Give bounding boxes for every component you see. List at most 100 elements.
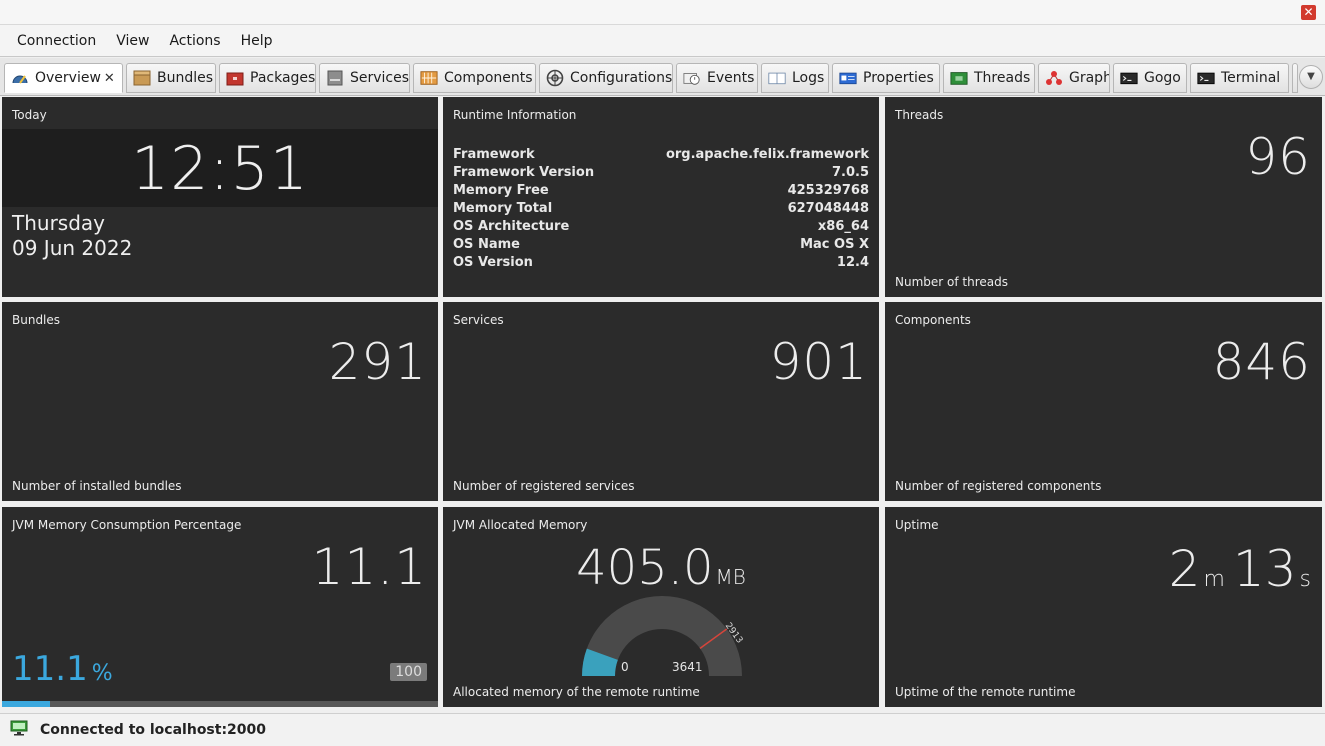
tab-label: Threads [974, 70, 1031, 86]
uptime-seconds-unit: s [1299, 567, 1311, 592]
runtime-info-row: Memory Free 425329768 [453, 182, 869, 200]
allocated-unit: MB [715, 565, 746, 589]
tab-label: Packages [250, 70, 316, 86]
tile-title: Bundles [12, 313, 61, 327]
runtime-value: x86_64 [817, 219, 869, 234]
tab-label: Properties [863, 70, 934, 86]
menu-actions[interactable]: Actions [159, 33, 230, 49]
tab-label: Gogo [1144, 70, 1181, 86]
tab-terminal[interactable]: Terminal [1190, 63, 1289, 93]
gauge-min-label: 0 [621, 660, 629, 674]
allocated-memory-gauge: 2913 0 3641 [582, 596, 744, 676]
monitor-connected-icon [10, 720, 28, 740]
log-book-icon [768, 70, 786, 86]
runtime-key: OS Version [453, 255, 533, 270]
tab-packages[interactable]: Packages [219, 63, 316, 93]
tab-label: Overview [35, 70, 101, 86]
percentage-unit: % [91, 661, 113, 686]
tile-today: Today 12:51 Thursday 09 Jun 2022 [2, 97, 438, 297]
overview-dashboard: Today 12:51 Thursday 09 Jun 2022 Runtime… [0, 96, 1325, 708]
runtime-info-row: Memory Total 627048448 [453, 200, 869, 218]
jvm-memory-percentage-value: 11.1 [311, 538, 427, 596]
tile-services: Services 901 Number of registered servic… [443, 302, 879, 501]
runtime-info-row: OS Architecture x86_64 [453, 218, 869, 236]
tab-graph[interactable]: Graph [1038, 63, 1110, 93]
tab-configurations[interactable]: Configurations [539, 63, 673, 93]
components-grid-icon [420, 70, 438, 86]
runtime-key: Framework Version [453, 165, 595, 180]
menu-help[interactable]: Help [231, 33, 283, 49]
tab-close-icon[interactable]: ✕ [104, 71, 115, 86]
tab-threads[interactable]: Threads [943, 63, 1035, 93]
menu-connection[interactable]: Connection [7, 33, 106, 49]
uptime-minutes-unit: m [1203, 567, 1225, 592]
gogo-terminal-icon [1120, 70, 1138, 86]
window-close-button[interactable]: ✕ [1301, 5, 1316, 20]
package-red-icon [226, 70, 244, 86]
properties-card-icon [839, 70, 857, 86]
bundles-count: 291 [328, 333, 427, 391]
runtime-value: 7.0.5 [831, 165, 869, 180]
tab-gogo[interactable]: Gogo [1113, 63, 1187, 93]
runtime-info-row: Framework Version 7.0.5 [453, 164, 869, 182]
tile-title: Components [895, 313, 971, 327]
tile-title: Services [453, 313, 504, 327]
tile-threads: Threads 96 Number of threads [885, 97, 1322, 297]
tab-bundles[interactable]: Bundles [126, 63, 216, 93]
percentage-number: 11.1 [12, 649, 88, 689]
tab-label: Configurations [570, 70, 673, 86]
runtime-info-row: Framework org.apache.felix.framework [453, 146, 869, 164]
connection-status-text: Connected to localhost:2000 [40, 722, 267, 738]
tab-overflow-edge [1292, 63, 1298, 93]
tile-runtime-information: Runtime Information Framework org.apache.… [443, 97, 879, 297]
clock-day: Thursday [12, 211, 105, 235]
tab-label: Graph [1069, 70, 1110, 86]
runtime-value: 12.4 [836, 255, 869, 270]
runtime-key: OS Name [453, 237, 520, 252]
tab-services[interactable]: Services [319, 63, 410, 93]
tile-title: Runtime Information [453, 108, 577, 122]
runtime-info-row: OS Version 12.4 [453, 254, 869, 272]
chevron-down-icon[interactable]: ▼ [1299, 65, 1323, 89]
tile-bundles: Bundles 291 Number of installed bundles [2, 302, 438, 501]
tab-logs[interactable]: Logs [761, 63, 829, 93]
tile-jvm-memory-percentage: JVM Memory Consumption Percentage 11.1 1… [2, 507, 438, 707]
status-bar: Connected to localhost:2000 [0, 713, 1325, 746]
runtime-value: org.apache.felix.framework [665, 147, 869, 162]
tile-uptime: Uptime 2 m 13 s Uptime of the remote runtim… [885, 507, 1322, 707]
runtime-key: OS Architecture [453, 219, 570, 234]
runtime-value: 425329768 [787, 183, 869, 198]
speedometer-icon [11, 70, 29, 86]
allocated-number: 405.0 [576, 540, 714, 596]
runtime-value: Mac OS X [800, 237, 869, 252]
runtime-info-table: Framework org.apache.felix.framework Fram… [453, 146, 869, 272]
menu-view[interactable]: View [106, 33, 159, 49]
tab-components[interactable]: Components [413, 63, 536, 93]
package-box-icon [133, 70, 151, 86]
tile-caption: Number of registered components [895, 479, 1102, 493]
uptime-minutes: 2 [1168, 540, 1201, 598]
tab-properties[interactable]: Properties [832, 63, 940, 93]
components-count: 846 [1212, 333, 1311, 391]
services-count: 901 [769, 333, 868, 391]
tile-caption: Number of registered services [453, 479, 635, 493]
tab-label: Logs [792, 70, 825, 86]
tile-title: Threads [895, 108, 944, 122]
tile-caption: Number of installed bundles [12, 479, 182, 493]
tab-overview[interactable]: Overview ✕ [4, 63, 123, 93]
runtime-key: Memory Total [453, 201, 553, 216]
window-title-bar: ✕ [0, 0, 1325, 25]
runtime-key: Memory Free [453, 183, 549, 198]
runtime-value: 627048448 [787, 201, 869, 216]
tab-events[interactable]: Events [676, 63, 758, 93]
runtime-key: Framework [453, 147, 535, 162]
tile-components: Components 846 Number of registered comp… [885, 302, 1322, 501]
tile-caption: Uptime of the remote runtime [895, 685, 1076, 699]
tile-title: JVM Allocated Memory [453, 518, 588, 532]
runtime-info-row: OS Name Mac OS X [453, 236, 869, 254]
graph-nodes-icon [1045, 70, 1063, 86]
tab-label: Bundles [157, 70, 214, 86]
tile-title: Uptime [895, 518, 939, 532]
tile-title: Today [12, 108, 47, 122]
memory-progress-fill [2, 701, 51, 707]
